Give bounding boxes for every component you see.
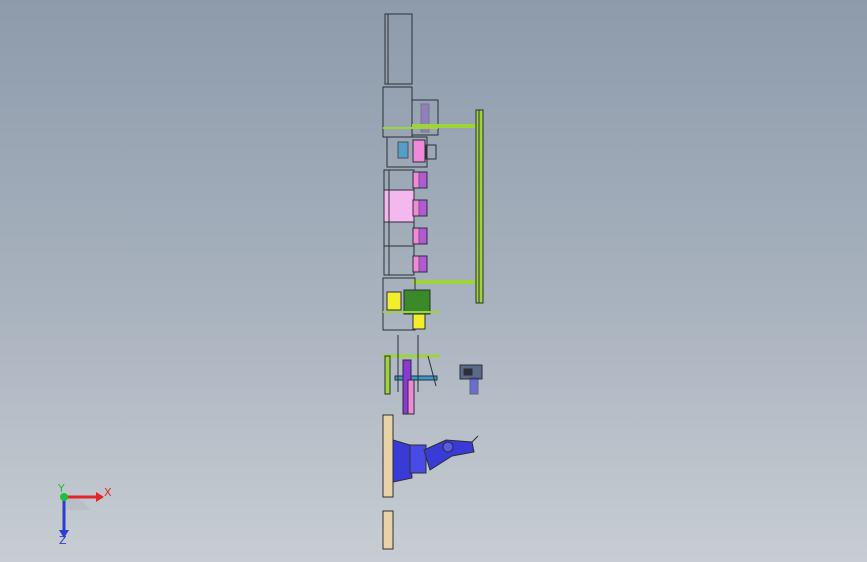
robot-base [392,439,413,483]
top-frame [384,13,413,85]
mid-arm [427,355,437,387]
upper-station-frame [382,86,413,138]
x-axis-head [96,492,104,502]
stack-block-1b [418,171,428,189]
robot-joint [442,441,454,453]
robot-area [382,414,479,550]
yellow-panel [386,291,402,311]
x-axis-label: X [104,486,112,499]
stack-block-4b [418,255,428,273]
second-station-part-pink [412,139,426,163]
stack-block-2b [418,199,428,217]
side-device-face [463,368,473,376]
tan-rail-lower [382,510,394,550]
cad-graphics-area[interactable]: X Y Z [0,0,867,562]
reference-triad: X Y Z [57,482,112,547]
yellow-panel-small [412,313,426,330]
mid-post [384,355,391,395]
tan-rail-upper [382,414,394,498]
side-device [459,364,483,395]
triad-shadow [64,496,90,510]
middle-mechanism [383,335,440,415]
cyan-rail [394,375,438,381]
model-view-svg[interactable]: X Y Z [0,0,867,562]
z-axis-label: Z [59,534,67,547]
control-station [382,277,440,331]
green-box [403,289,431,315]
station-stack [383,169,428,276]
pink-slide [407,379,415,415]
production-line-model[interactable] [382,13,484,550]
y-axis-label: Y [57,482,65,495]
stack-block-3b [418,227,428,245]
robot-body [409,444,427,474]
side-device-leg [469,377,479,395]
second-station-part-cyan [397,141,409,159]
robot-tool [471,435,479,443]
